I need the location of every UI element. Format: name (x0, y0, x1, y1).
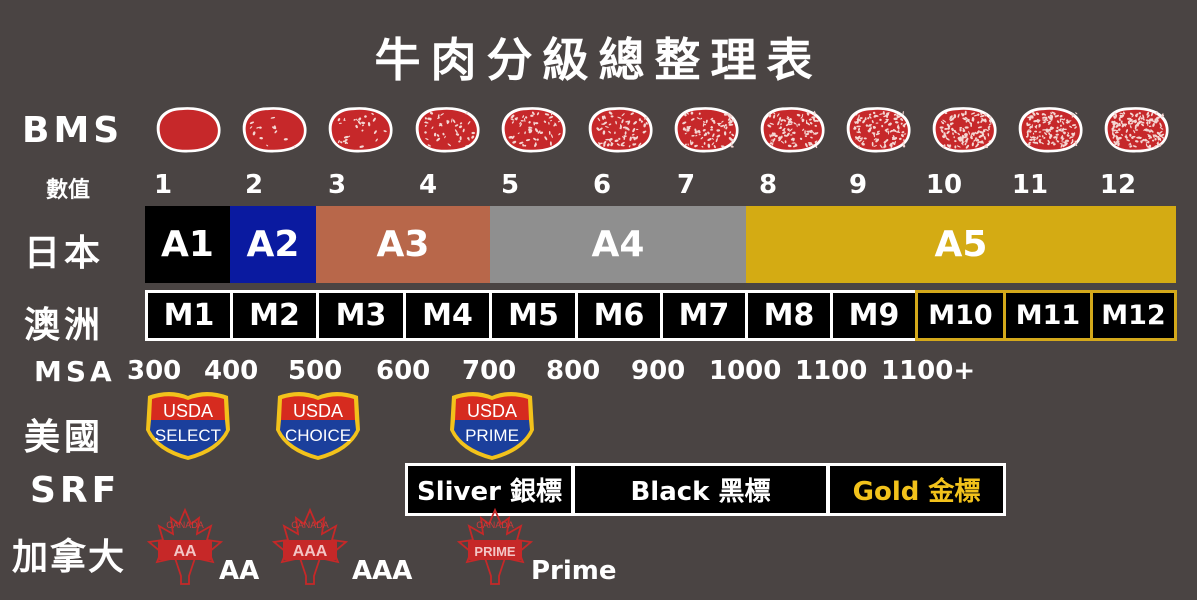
australia-grade-m6: M6 (575, 290, 663, 341)
japan-grade-a5: A5 (746, 206, 1176, 283)
usda-select-shield: USDA SELECT (146, 392, 230, 460)
bms-steak-4 (415, 107, 480, 153)
bms-steak-9 (846, 107, 911, 153)
msa-value: 900 (631, 356, 686, 386)
svg-text:PRIME: PRIME (474, 544, 516, 559)
msa-value: 600 (376, 356, 431, 386)
australia-grade-m12: M12 (1090, 290, 1177, 341)
msa-value: 1100 (795, 356, 868, 386)
japan-grade-a4: A4 (490, 206, 746, 283)
srf-label: SRF (30, 470, 121, 511)
bms-value-10: 10 (925, 170, 963, 200)
australia-grade-m10: M10 (915, 290, 1006, 341)
bms-value-3: 3 (327, 170, 347, 200)
australia-grade-m11: M11 (1003, 290, 1093, 341)
msa-value: 700 (462, 356, 517, 386)
usa-label: 美國 (24, 417, 105, 458)
svg-text:SELECT: SELECT (155, 426, 221, 445)
canada-aa-maple-stamp: CANADA AA (146, 507, 224, 585)
bms-value-label: 數值 (46, 178, 91, 203)
japan-grade-a1: A1 (145, 206, 230, 283)
svg-text:USDA: USDA (163, 401, 213, 421)
australia-grade-m4: M4 (403, 290, 492, 341)
bms-steak-7 (674, 107, 739, 153)
japan-label: 日本 (24, 233, 105, 274)
msa-value: 500 (288, 356, 343, 386)
bms-steak-3 (328, 107, 393, 153)
japan-grade-a2: A2 (230, 206, 316, 283)
bms-value-2: 2 (244, 170, 264, 200)
svg-text:AAA: AAA (293, 543, 328, 560)
svg-text:AA: AA (173, 543, 197, 560)
bms-steak-6 (588, 107, 653, 153)
svg-text:USDA: USDA (293, 401, 343, 421)
usda-prime-shield: USDA PRIME (450, 392, 534, 460)
japan-grade-label: A3 (376, 224, 430, 265)
japan-grade-label: A5 (934, 224, 988, 265)
australia-grade-m1: M1 (145, 290, 233, 341)
msa-label: MSA (34, 355, 116, 388)
bms-value-8: 8 (758, 170, 778, 200)
bms-steak-1 (156, 107, 221, 153)
bms-steak-11 (1018, 107, 1083, 153)
bms-steak-8 (760, 107, 825, 153)
australia-grade-m7: M7 (660, 290, 748, 341)
bms-label: BMS (22, 110, 124, 151)
japan-grade-label: A2 (246, 224, 300, 265)
srf-gold: Gold 金標 (827, 463, 1006, 516)
canada-aaa-maple-stamp: CANADA AAA (271, 507, 349, 585)
bms-value-7: 7 (676, 170, 696, 200)
bms-steak-10 (932, 107, 997, 153)
australia-grade-m5: M5 (489, 290, 578, 341)
bms-value-11: 11 (1011, 170, 1049, 200)
bms-steak-5 (501, 107, 566, 153)
msa-value: 400 (204, 356, 259, 386)
svg-text:USDA: USDA (467, 401, 517, 421)
msa-value: 1000 (709, 356, 782, 386)
svg-text:CANADA: CANADA (166, 520, 204, 530)
svg-text:CANADA: CANADA (476, 520, 514, 530)
japan-grade-a3: A3 (316, 206, 490, 283)
msa-value: 800 (546, 356, 601, 386)
australia-grade-m9: M9 (830, 290, 918, 341)
svg-text:CANADA: CANADA (291, 520, 329, 530)
australia-grade-m2: M2 (230, 290, 319, 341)
bms-value-5: 5 (500, 170, 520, 200)
bms-value-9: 9 (848, 170, 868, 200)
srf-black: Black 黑標 (572, 463, 829, 516)
srf-label: Gold 金標 (852, 477, 981, 507)
canada-grade-label: Prime (531, 556, 617, 586)
japan-grade-label: A4 (591, 224, 645, 265)
bms-value-4: 4 (418, 170, 438, 200)
canada-prime-maple-stamp: CANADA PRIME (456, 507, 534, 585)
japan-grade-label: A1 (161, 224, 214, 265)
bms-steak-2 (242, 107, 307, 153)
bms-steak-12 (1104, 107, 1169, 153)
srf-label: Black 黑標 (630, 477, 771, 507)
canada-label: 加拿大 (12, 537, 127, 578)
bms-value-12: 12 (1099, 170, 1137, 200)
usda-choice-shield: USDA CHOICE (276, 392, 360, 460)
srf-label: Sliver 銀標 (416, 477, 562, 507)
bms-value-1: 1 (153, 170, 173, 200)
msa-value: 300 (127, 356, 182, 386)
page-title: 牛肉分級總整理表 (374, 33, 823, 87)
australia-label: 澳洲 (24, 305, 105, 346)
svg-text:PRIME: PRIME (465, 426, 519, 445)
msa-value: 1100+ (881, 356, 976, 386)
australia-grade-m3: M3 (316, 290, 406, 341)
australia-grade-m8: M8 (745, 290, 833, 341)
bms-value-6: 6 (592, 170, 612, 200)
canada-grade-label: AA (219, 556, 260, 586)
canada-grade-label: AAA (352, 556, 413, 586)
svg-text:CHOICE: CHOICE (285, 426, 351, 445)
